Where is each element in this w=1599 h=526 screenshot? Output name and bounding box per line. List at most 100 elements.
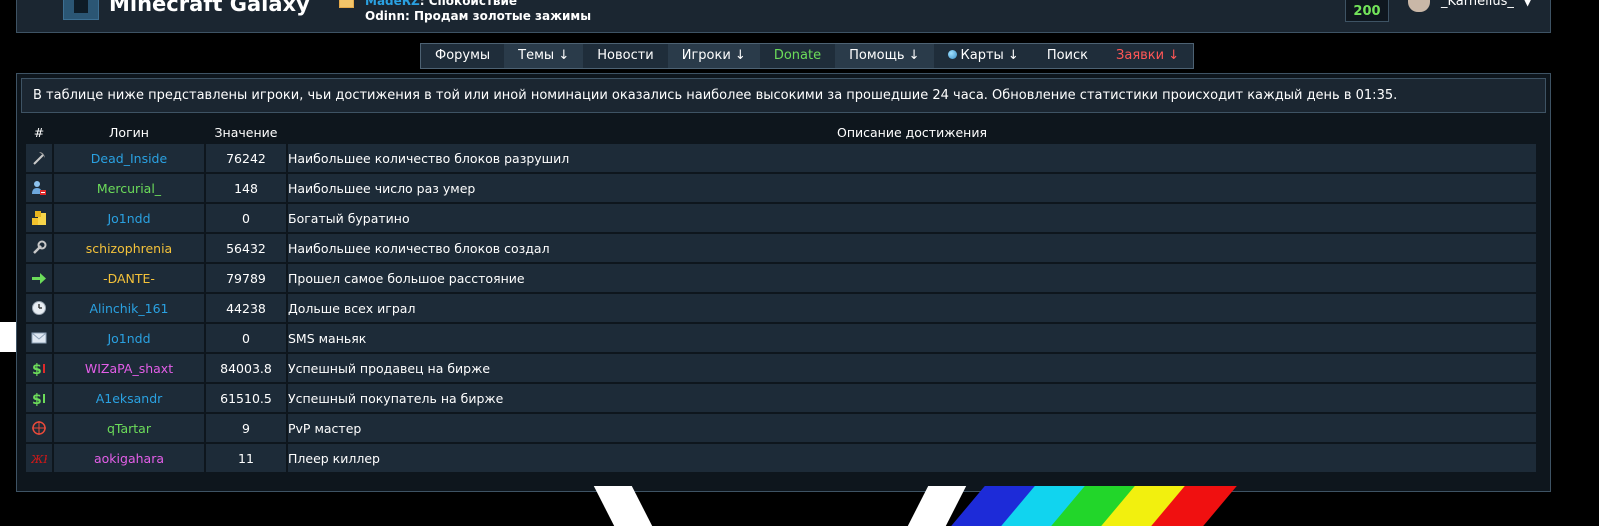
nav-item-1[interactable]: Темы ↓ (504, 44, 584, 68)
player-login-link[interactable]: -DANTE- (54, 264, 204, 292)
ticker-message: Спокойствие (428, 0, 518, 8)
achievement-value: 61510.5 (206, 384, 286, 412)
column-header-value: Значение (214, 124, 278, 140)
main-nav: Форумы Темы ↓ Новости Игроки ↓ Donate Помощь … (420, 43, 1195, 69)
achievement-icon-cell: $ (26, 354, 52, 382)
player-login-link[interactable]: Mercurial_ (54, 174, 204, 202)
nav-item-label: Игроки ↓ (681, 48, 746, 63)
achievement-icon-cell: ЖК (26, 444, 52, 472)
ticker-line: MadeRZ: Спокойствие (365, 0, 517, 8)
nav-item-label: Помощь ↓ (849, 48, 920, 63)
table-row: Alinchik_161 44238 Дольше всех играл (26, 294, 1536, 322)
achievement-description: Успешный покупатель на бирже (288, 384, 1536, 412)
dollar-down-icon: $ (31, 360, 47, 378)
username[interactable]: _Karnelius_ (1441, 0, 1514, 9)
ticker-line: Odinn: Продам золотые зажимы (365, 9, 591, 23)
column-header-login: Логин (109, 124, 149, 140)
user-menu-dropdown-icon[interactable]: ▼ (1523, 0, 1532, 8)
nav-item-label: Поиск (1046, 48, 1089, 63)
column-header-description: Описание достижения (837, 124, 987, 140)
nav-item-5[interactable]: Помощь ↓ (835, 44, 934, 68)
nav-item-3[interactable]: Игроки ↓ (667, 44, 760, 68)
balance-counter[interactable]: 200 (1345, 0, 1389, 22)
nav-item-2[interactable]: Новости (583, 44, 668, 68)
achievement-value: 148 (206, 174, 286, 202)
player-login-link[interactable]: aokigahara (54, 444, 204, 472)
achievement-description: SMS маньяк (288, 324, 1536, 352)
nav-item-label: Заявки ↓ (1116, 48, 1180, 63)
achievement-value: 79789 (206, 264, 286, 292)
mail-icon[interactable] (339, 0, 354, 8)
player-login-link[interactable]: qTartar (54, 414, 204, 442)
table-row: $ A1eksandr 61510.5 Успешный покупатель на … (26, 384, 1536, 412)
achievement-icon-cell: $ (26, 384, 52, 412)
table-row: Jo1ndd 0 SMS маньяк (26, 324, 1536, 352)
achievement-description: Плеер киллер (288, 444, 1536, 472)
achievement-description: Наибольшее число раз умер (288, 174, 1536, 202)
achievement-icon-cell (26, 234, 52, 262)
ticker-author[interactable]: MadeRZ (365, 0, 420, 8)
achievement-description: Богатый буратино (288, 204, 1536, 232)
nav-item-label: Donate (773, 48, 822, 63)
table-row: Mercurial_ 148 Наибольшее число раз умер (26, 174, 1536, 202)
table-header-row: # Логин Значение Описание достижения (26, 122, 1536, 142)
main-panel: В таблице ниже представлены игроки, чьи … (16, 73, 1551, 492)
player-login-link[interactable]: Jo1ndd (54, 324, 204, 352)
coins-icon (31, 210, 47, 226)
nav-item-0[interactable]: Форумы (421, 44, 504, 68)
achievement-description: Наибольшее количество блоков создал (288, 234, 1536, 262)
achievement-value: 0 (206, 324, 286, 352)
background-stripe (593, 486, 653, 526)
achievement-icon-cell (26, 294, 52, 322)
side-tab[interactable] (0, 322, 16, 352)
achievement-icon-cell (26, 144, 52, 172)
achievement-icon-cell (26, 264, 52, 292)
achievement-description: PvP мастер (288, 414, 1536, 442)
dollar-up-icon: $ (31, 390, 47, 408)
achievement-description: Дольше всех играл (288, 294, 1536, 322)
killer-icon: ЖК (30, 450, 52, 466)
arrow-right-icon (31, 270, 47, 286)
achievement-value: 84003.8 (206, 354, 286, 382)
table-row: Dead_Inside 76242 Наибольшее количество бл… (26, 144, 1536, 172)
nav-item-6[interactable]: Карты ↓ (934, 44, 1033, 68)
achievement-icon-cell (26, 414, 52, 442)
player-login-link[interactable]: Dead_Inside (54, 144, 204, 172)
user-remove-icon (31, 180, 47, 196)
player-login-link[interactable]: Jo1ndd (54, 204, 204, 232)
nav-item-4[interactable]: Donate (760, 44, 835, 68)
achievement-value: 44238 (206, 294, 286, 322)
globe-icon (947, 50, 957, 59)
nav-item-label: Форумы (435, 48, 491, 63)
player-login-link[interactable]: Alinchik_161 (54, 294, 204, 322)
svg-text:$: $ (32, 362, 42, 376)
site-logo-icon[interactable] (63, 0, 99, 20)
ticker-message: Продам золотые зажимы (413, 9, 592, 23)
achievement-icon-cell (26, 204, 52, 232)
avatar[interactable] (1408, 0, 1430, 12)
column-header-number: # (33, 124, 45, 140)
site-header: Minecraft Galaxy MadeRZ: Спокойствие Odi… (16, 0, 1551, 33)
nav-item-7[interactable]: Поиск (1033, 44, 1102, 68)
player-login-link[interactable]: A1eksandr (54, 384, 204, 412)
svg-text:ЖК: ЖК (31, 453, 47, 466)
nav-item-label: Темы ↓ (518, 48, 570, 63)
player-login-link[interactable]: schizophrenia (54, 234, 204, 262)
achievement-value: 76242 (206, 144, 286, 172)
achievement-icon-cell (26, 174, 52, 202)
ticker-sep: : (419, 0, 429, 8)
envelope-icon (31, 330, 47, 346)
table-row: Jo1ndd 0 Богатый буратино (26, 204, 1536, 232)
site-title[interactable]: Minecraft Galaxy (109, 0, 310, 16)
nav-item-8[interactable]: Заявки ↓ (1102, 44, 1193, 68)
ticker-sep: : (405, 9, 414, 23)
table-row: qTartar 9 PvP мастер (26, 414, 1536, 442)
achievement-value: 11 (206, 444, 286, 472)
info-notice: В таблице ниже представлены игроки, чьи … (21, 78, 1546, 113)
player-login-link[interactable]: WIZaPA_shaxt (54, 354, 204, 382)
achievements-table: # Логин Значение Описание достижения Dea… (24, 120, 1538, 474)
table-row: -DANTE- 79789 Прошел самое большое расстоя… (26, 264, 1536, 292)
ticker-author[interactable]: Odinn (365, 9, 405, 23)
achievement-value: 56432 (206, 234, 286, 262)
wrench-icon (31, 240, 47, 256)
